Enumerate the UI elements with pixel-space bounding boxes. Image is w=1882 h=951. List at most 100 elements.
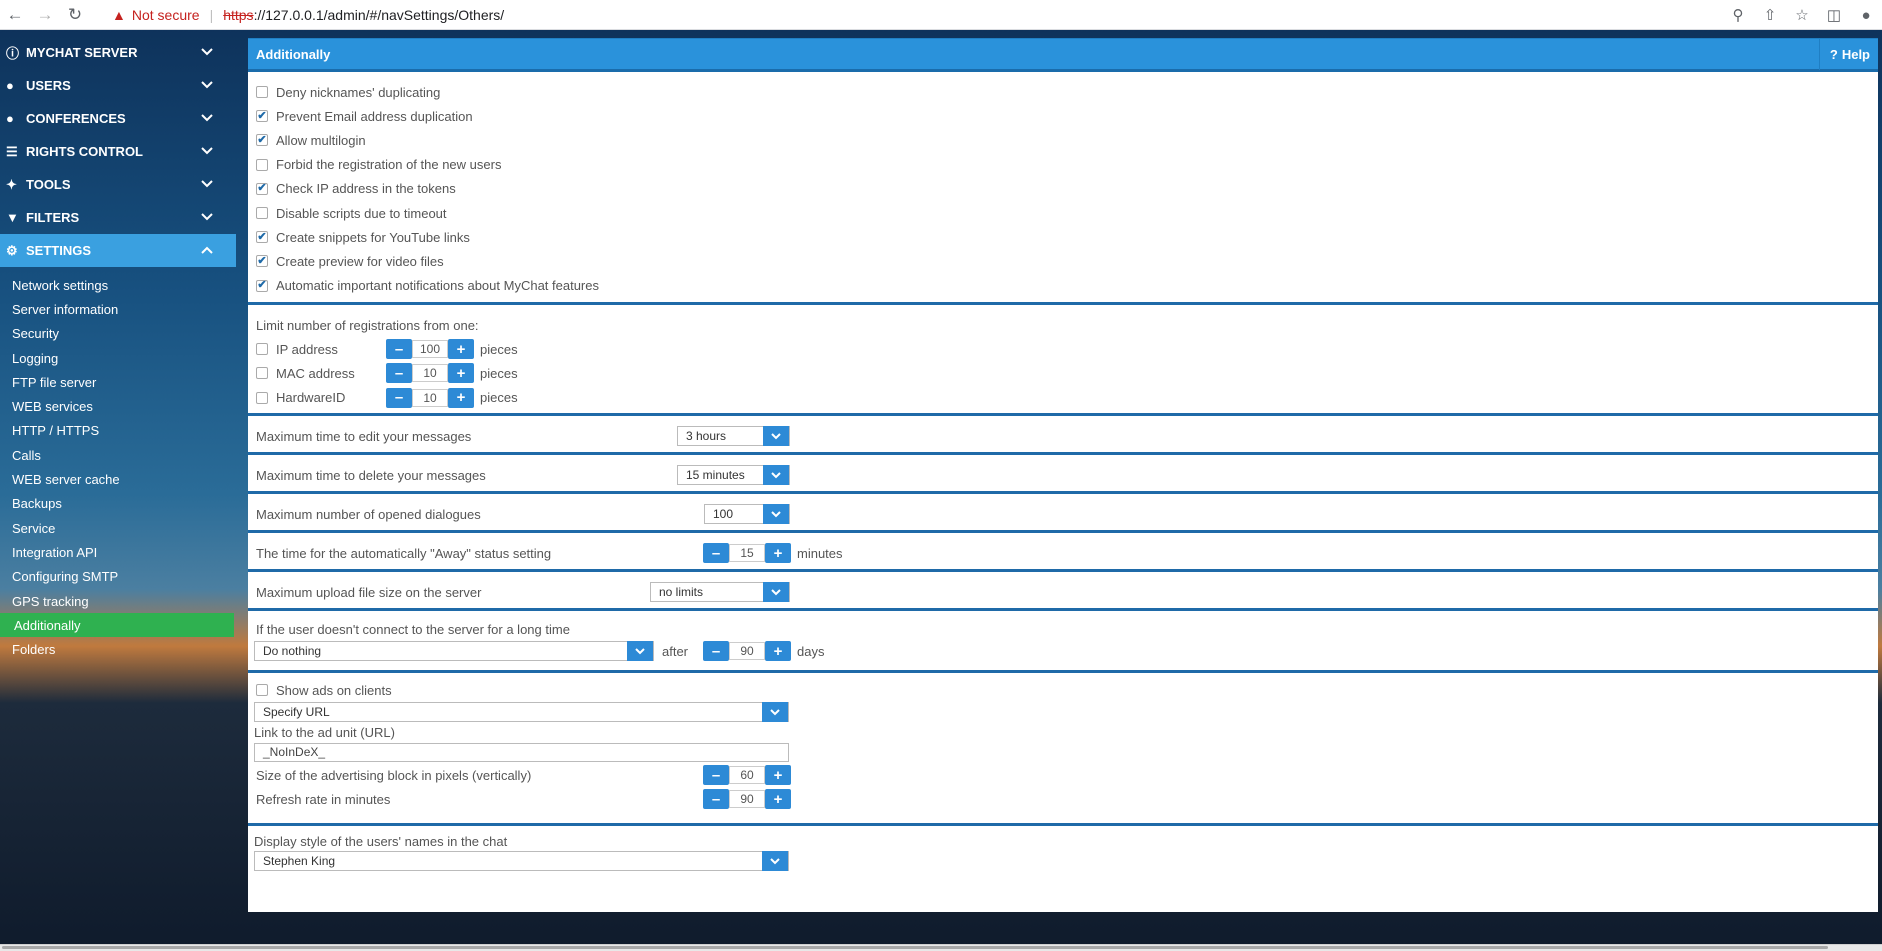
option-row[interactable]: Show ads on clients <box>248 679 1878 701</box>
menu-tools[interactable]: ✦ TOOLS <box>0 168 236 201</box>
share-icon[interactable]: ⇧ <box>1754 6 1786 24</box>
option-row[interactable]: ✔ Automatic important notifications about… <box>248 274 1878 298</box>
sidebar-item-folders[interactable]: Folders <box>0 637 236 661</box>
menu-users[interactable]: ● USERS <box>0 69 236 102</box>
option-row[interactable]: ✔ Allow multilogin <box>248 128 1878 152</box>
plus-button[interactable]: + <box>448 387 474 408</box>
option-row[interactable]: ✔ Check IP address in the tokens <box>248 177 1878 201</box>
plus-button[interactable]: + <box>765 765 791 785</box>
zoom-icon[interactable]: ⚲ <box>1722 6 1754 24</box>
help-button[interactable]: ? Help <box>1818 39 1870 70</box>
checkbox[interactable] <box>256 207 268 220</box>
address-bar[interactable]: ▲ Not secure | https://127.0.0.1/admin/#… <box>112 7 504 23</box>
stepper-value[interactable]: 10 <box>412 364 448 383</box>
stepper-value[interactable]: 10 <box>412 388 448 407</box>
menu-label: FILTERS <box>26 210 80 225</box>
forward-icon[interactable]: → <box>30 0 60 30</box>
checkbox[interactable]: ✔ <box>256 182 268 195</box>
dialogues-select[interactable]: 100 <box>704 504 790 525</box>
sidebar-item-web-server-cache[interactable]: WEB server cache <box>0 467 236 491</box>
minus-button[interactable]: – <box>703 543 729 564</box>
sidebar-item-web-services[interactable]: WEB services <box>0 394 236 418</box>
ad-url-input[interactable]: _NoInDeX_ <box>254 742 789 762</box>
menu-rights-control[interactable]: ☰ RIGHTS CONTROL <box>0 135 236 168</box>
option-label: Disable scripts due to timeout <box>276 205 447 221</box>
sidebar-item-security[interactable]: Security <box>0 322 236 346</box>
minus-button[interactable]: – <box>386 363 412 384</box>
stepper-value[interactable]: 15 <box>729 544 765 563</box>
checkbox[interactable]: ✔ <box>256 255 268 268</box>
sidebar-item-server-information[interactable]: Server information <box>0 297 236 321</box>
stepper-value[interactable]: 90 <box>729 642 765 661</box>
option-row[interactable]: ✔ Create snippets for YouTube links <box>248 225 1878 249</box>
sidebar-item-configuring-smtp[interactable]: Configuring SMTP <box>0 565 236 589</box>
sidebar-item-gps-tracking[interactable]: GPS tracking <box>0 589 236 613</box>
sidebar-item-service[interactable]: Service <box>0 516 236 540</box>
sidebar-item-http-https[interactable]: HTTP / HTTPS <box>0 419 236 443</box>
sidebar-item-backups[interactable]: Backups <box>0 492 236 516</box>
sidebar-item-ftp-file-server[interactable]: FTP file server <box>0 370 236 394</box>
minus-button[interactable]: – <box>703 765 729 785</box>
menu-conferences[interactable]: ● CONFERENCES <box>0 102 236 135</box>
option-row[interactable]: Deny nicknames' duplicating <box>248 80 1878 104</box>
checkbox[interactable] <box>256 343 268 356</box>
display-style-select[interactable]: Stephen King <box>254 851 789 871</box>
option-row[interactable]: ✔ Create preview for video files <box>248 249 1878 273</box>
option-row[interactable]: ✔ Prevent Email address duplication <box>248 104 1878 128</box>
plus-button[interactable]: + <box>765 789 791 809</box>
limits-title: Limit number of registrations from one: <box>256 317 479 333</box>
plus-button[interactable]: + <box>448 339 474 360</box>
sidebar-item-network-settings[interactable]: Network settings <box>0 273 236 297</box>
link-label: Link to the ad unit (URL) <box>254 724 395 740</box>
reload-icon[interactable]: ↻ <box>60 0 90 30</box>
delete-time-select[interactable]: 15 minutes <box>677 465 790 486</box>
minus-button[interactable]: – <box>703 789 729 809</box>
sidebar-item-integration-api[interactable]: Integration API <box>0 540 236 564</box>
menu-mychat-server[interactable]: ⓘ MYCHAT SERVER <box>0 36 236 69</box>
minus-button[interactable]: – <box>703 641 729 662</box>
checkbox[interactable] <box>256 86 268 99</box>
chevron-down-icon <box>763 504 789 525</box>
limit-row: MAC address – 10 + pieces <box>248 361 1878 385</box>
menu-label: USERS <box>26 78 71 93</box>
edit-time-section: Maximum time to edit your messages 3 hou… <box>248 416 1878 455</box>
plus-button[interactable]: + <box>765 641 791 662</box>
checkbox[interactable]: ✔ <box>256 110 268 123</box>
option-row[interactable]: Forbid the registration of the new users <box>248 153 1878 177</box>
checkbox[interactable]: ✔ <box>256 231 268 244</box>
plus-button[interactable]: + <box>765 543 791 564</box>
sidebar-item-additionally[interactable]: Additionally <box>0 613 234 638</box>
star-icon[interactable]: ☆ <box>1786 6 1818 24</box>
sidebar-item-calls[interactable]: Calls <box>0 443 236 467</box>
side-panel-icon[interactable]: ◫ <box>1818 6 1850 24</box>
ad-url-select[interactable]: Specify URL <box>254 702 789 722</box>
back-icon[interactable]: ← <box>0 0 30 30</box>
minus-button[interactable]: – <box>386 387 412 408</box>
checkbox[interactable] <box>256 684 268 696</box>
checkbox[interactable] <box>256 158 268 171</box>
select-value: no limits <box>659 585 704 600</box>
edit-time-select[interactable]: 3 hours <box>677 426 790 447</box>
select-value: Stephen King <box>263 854 336 868</box>
option-label: Allow multilogin <box>276 132 366 148</box>
select-value: 100 <box>713 507 734 522</box>
stepper-value[interactable]: 100 <box>412 340 448 359</box>
plus-button[interactable]: + <box>448 363 474 384</box>
stepper-value[interactable]: 90 <box>729 790 765 808</box>
minus-button[interactable]: – <box>386 339 412 360</box>
option-row[interactable]: Disable scripts due to timeout <box>248 201 1878 225</box>
menu-settings[interactable]: ⚙ SETTINGS <box>0 234 236 267</box>
stepper-value[interactable]: 60 <box>729 766 765 784</box>
inactive-action-select[interactable]: Do nothing <box>254 641 654 662</box>
checkbox[interactable]: ✔ <box>256 134 268 147</box>
profile-icon[interactable]: ● <box>1850 7 1882 24</box>
sidebar-item-logging[interactable]: Logging <box>0 346 236 370</box>
inactive-users-section: If the user doesn't connect to the serve… <box>248 611 1878 673</box>
scrollbar-thumb[interactable] <box>2 946 1828 949</box>
checkbox[interactable] <box>256 391 268 404</box>
checkbox[interactable] <box>256 367 268 380</box>
upload-select[interactable]: no limits <box>650 582 790 603</box>
checkbox[interactable]: ✔ <box>256 279 268 292</box>
menu-filters[interactable]: ▼ FILTERS <box>0 201 236 234</box>
browser-toolbar: ← → ↻ ▲ Not secure | https://127.0.0.1/a… <box>0 0 1882 30</box>
